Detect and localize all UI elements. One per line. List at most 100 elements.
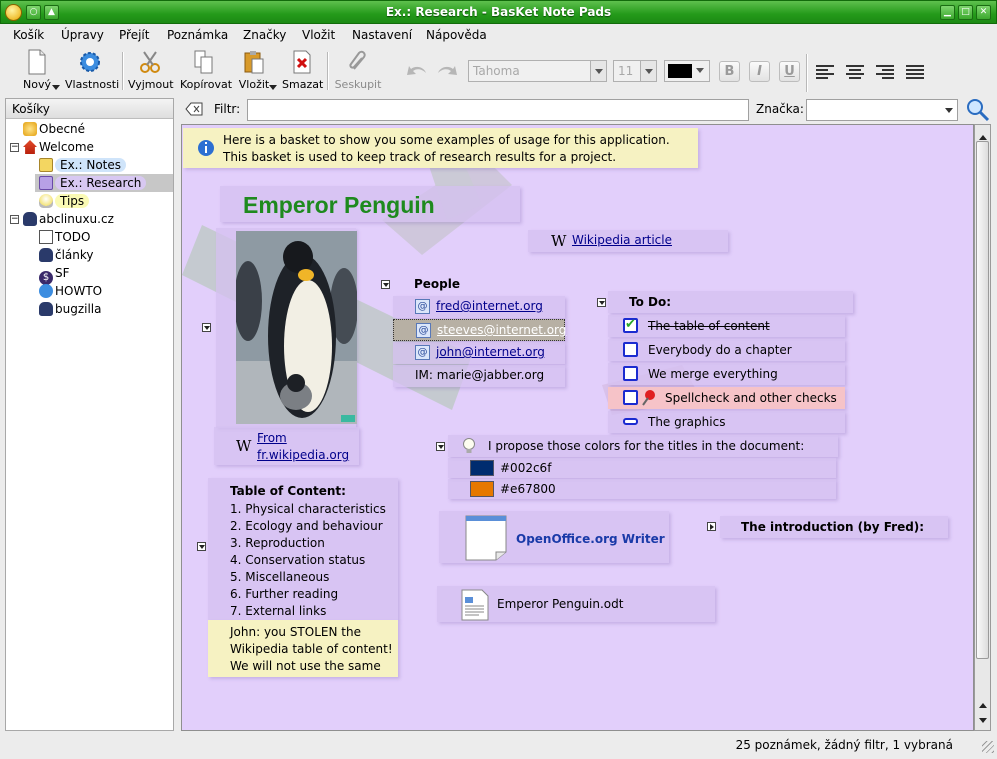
- scroll-up-arrow-icon[interactable]: [979, 699, 987, 708]
- menu-tags[interactable]: Značky: [243, 28, 286, 42]
- copy-button[interactable]: Kopírovat: [180, 49, 232, 91]
- paste-button[interactable]: Vložit: [237, 49, 271, 91]
- clear-filter-icon[interactable]: [185, 101, 203, 117]
- cut-button[interactable]: Vyjmout: [128, 49, 174, 91]
- basket-item-howto[interactable]: HOWTO: [39, 283, 102, 300]
- basket-item-ex-research[interactable]: Ex.: Research: [39, 175, 147, 192]
- font-family-combo[interactable]: Tahoma: [468, 60, 607, 82]
- italic-button[interactable]: I: [749, 61, 770, 82]
- scroll-thumb[interactable]: [976, 141, 989, 659]
- colors-heading-note[interactable]: I propose those colors for the titles in…: [448, 435, 838, 457]
- title-note[interactable]: Emperor Penguin: [220, 186, 520, 222]
- scroll-up-arrow-icon[interactable]: [979, 131, 987, 140]
- group-collapse-toggle[interactable]: [202, 323, 211, 332]
- collapse-toggle[interactable]: −: [10, 215, 19, 224]
- text-color-picker[interactable]: [664, 60, 710, 82]
- panel-splitter[interactable]: [175, 98, 180, 731]
- basket-canvas[interactable]: Here is a basket to show you some exampl…: [181, 124, 974, 731]
- align-center-icon[interactable]: [846, 63, 864, 81]
- penguin-image-note[interactable]: [216, 228, 357, 428]
- todo-item[interactable]: We merge everything: [608, 363, 845, 385]
- group-button[interactable]: Seskupit: [334, 49, 382, 91]
- intro-note[interactable]: Here is a basket to show you some exampl…: [183, 128, 698, 168]
- email-note[interactable]: @ john@internet.org: [393, 342, 565, 364]
- email-link[interactable]: john@internet.org: [436, 345, 545, 359]
- image-source-note[interactable]: W From fr.wikipedia.org: [214, 427, 359, 465]
- todo-item[interactable]: ✔ The table of content: [608, 315, 845, 337]
- toc-note[interactable]: Table of Content: 1. Physical characteri…: [208, 478, 398, 620]
- todo-item-important[interactable]: Spellcheck and other checks: [608, 387, 845, 409]
- font-size-combo[interactable]: 11: [613, 60, 657, 82]
- menu-insert[interactable]: Vložit: [302, 28, 335, 42]
- image-source-link[interactable]: fr.wikipedia.org: [257, 448, 349, 462]
- email-note-selected[interactable]: @ steeves@internet.org: [393, 319, 566, 341]
- color-note[interactable]: #002c6f: [448, 458, 836, 478]
- email-note[interactable]: @ fred@internet.org: [393, 296, 565, 318]
- email-link[interactable]: steeves@internet.org: [437, 323, 566, 337]
- wikipedia-article-link[interactable]: Wikipedia article: [572, 233, 672, 247]
- bold-button[interactable]: B: [719, 61, 740, 82]
- todo-item[interactable]: Everybody do a chapter: [608, 339, 845, 361]
- align-left-icon[interactable]: [816, 63, 834, 81]
- search-all-baskets-icon[interactable]: [965, 97, 991, 123]
- align-right-icon[interactable]: [876, 63, 894, 81]
- basket-item-sf[interactable]: $ SF: [39, 265, 70, 285]
- basket-item-clanky[interactable]: články: [39, 247, 94, 264]
- group-collapse-toggle[interactable]: [381, 280, 390, 289]
- underline-button[interactable]: U: [779, 61, 800, 82]
- minimize-button[interactable]: ▁: [940, 5, 955, 20]
- basket-item-todo[interactable]: TODO: [39, 229, 90, 246]
- todo-heading-note[interactable]: To Do:: [608, 291, 853, 313]
- undo-icon[interactable]: [404, 59, 430, 79]
- vertical-scrollbar[interactable]: [974, 124, 991, 731]
- im-note[interactable]: IM: marie@jabber.org: [393, 365, 565, 387]
- maximize-button[interactable]: □: [958, 5, 973, 20]
- checked-checkbox-icon[interactable]: ✔: [623, 318, 638, 333]
- menu-help[interactable]: Nápověda: [426, 28, 487, 42]
- image-source-link[interactable]: From: [257, 431, 287, 445]
- checkbox-icon[interactable]: [623, 342, 638, 357]
- resize-grip-icon[interactable]: [982, 741, 994, 753]
- color-note[interactable]: #e67800: [448, 479, 836, 499]
- redo-icon[interactable]: [434, 59, 460, 79]
- file-note[interactable]: Emperor Penguin.odt: [437, 586, 715, 622]
- group-collapse-toggle[interactable]: [597, 298, 606, 307]
- align-justify-icon[interactable]: [906, 63, 924, 81]
- group-collapse-toggle[interactable]: [197, 542, 206, 551]
- properties-button[interactable]: Vlastnosti: [65, 49, 119, 91]
- file-link[interactable]: Emperor Penguin.odt: [497, 597, 623, 611]
- collapse-toggle[interactable]: −: [10, 143, 19, 152]
- group-expand-toggle[interactable]: [707, 522, 716, 531]
- checkbox-icon[interactable]: [623, 366, 638, 381]
- menu-settings[interactable]: Nastavení: [352, 28, 412, 42]
- new-dropdown-arrow[interactable]: [52, 85, 60, 94]
- menu-go[interactable]: Přejít: [119, 28, 149, 42]
- window-titlebar[interactable]: ○ ▲ Ex.: Research - BasKet Note Pads ▁ □…: [0, 0, 997, 24]
- filter-input[interactable]: [247, 99, 749, 121]
- todo-item[interactable]: The graphics: [608, 411, 845, 433]
- scroll-down-arrow-icon[interactable]: [979, 718, 987, 727]
- app-launcher-link[interactable]: OpenOffice.org Writer: [516, 532, 665, 546]
- basket-item-tips[interactable]: Tips: [39, 193, 90, 210]
- paste-dropdown-arrow[interactable]: [269, 85, 277, 94]
- font-family-value: Tahoma: [473, 64, 520, 78]
- introduction-note[interactable]: The introduction (by Fred):: [720, 516, 948, 538]
- comment-note[interactable]: John: you STOLEN the Wikipedia table of …: [208, 620, 398, 677]
- group-collapse-toggle[interactable]: [436, 442, 445, 451]
- menu-note[interactable]: Poznámka: [167, 28, 228, 42]
- tag-filter-combo[interactable]: [806, 99, 958, 121]
- menu-basket[interactable]: Košík: [13, 28, 44, 42]
- menu-edit[interactable]: Úpravy: [61, 28, 104, 42]
- wikipedia-link-note[interactable]: W Wikipedia article: [528, 230, 728, 252]
- app-launcher-note[interactable]: OpenOffice.org Writer: [439, 511, 669, 563]
- basket-item-ex-notes[interactable]: Ex.: Notes: [39, 157, 127, 174]
- close-button[interactable]: ✕: [976, 5, 991, 20]
- checkbox-icon[interactable]: [623, 390, 638, 405]
- email-link[interactable]: fred@internet.org: [436, 299, 543, 313]
- delete-button[interactable]: Smazat: [282, 49, 323, 91]
- new-button[interactable]: Nový: [21, 49, 53, 91]
- basket-item-general[interactable]: Obecné: [23, 121, 85, 138]
- basket-item-abclinuxu[interactable]: abclinuxu.cz: [23, 211, 114, 228]
- basket-item-bugzilla[interactable]: bugzilla: [39, 301, 102, 318]
- basket-item-welcome[interactable]: Welcome: [23, 139, 94, 156]
